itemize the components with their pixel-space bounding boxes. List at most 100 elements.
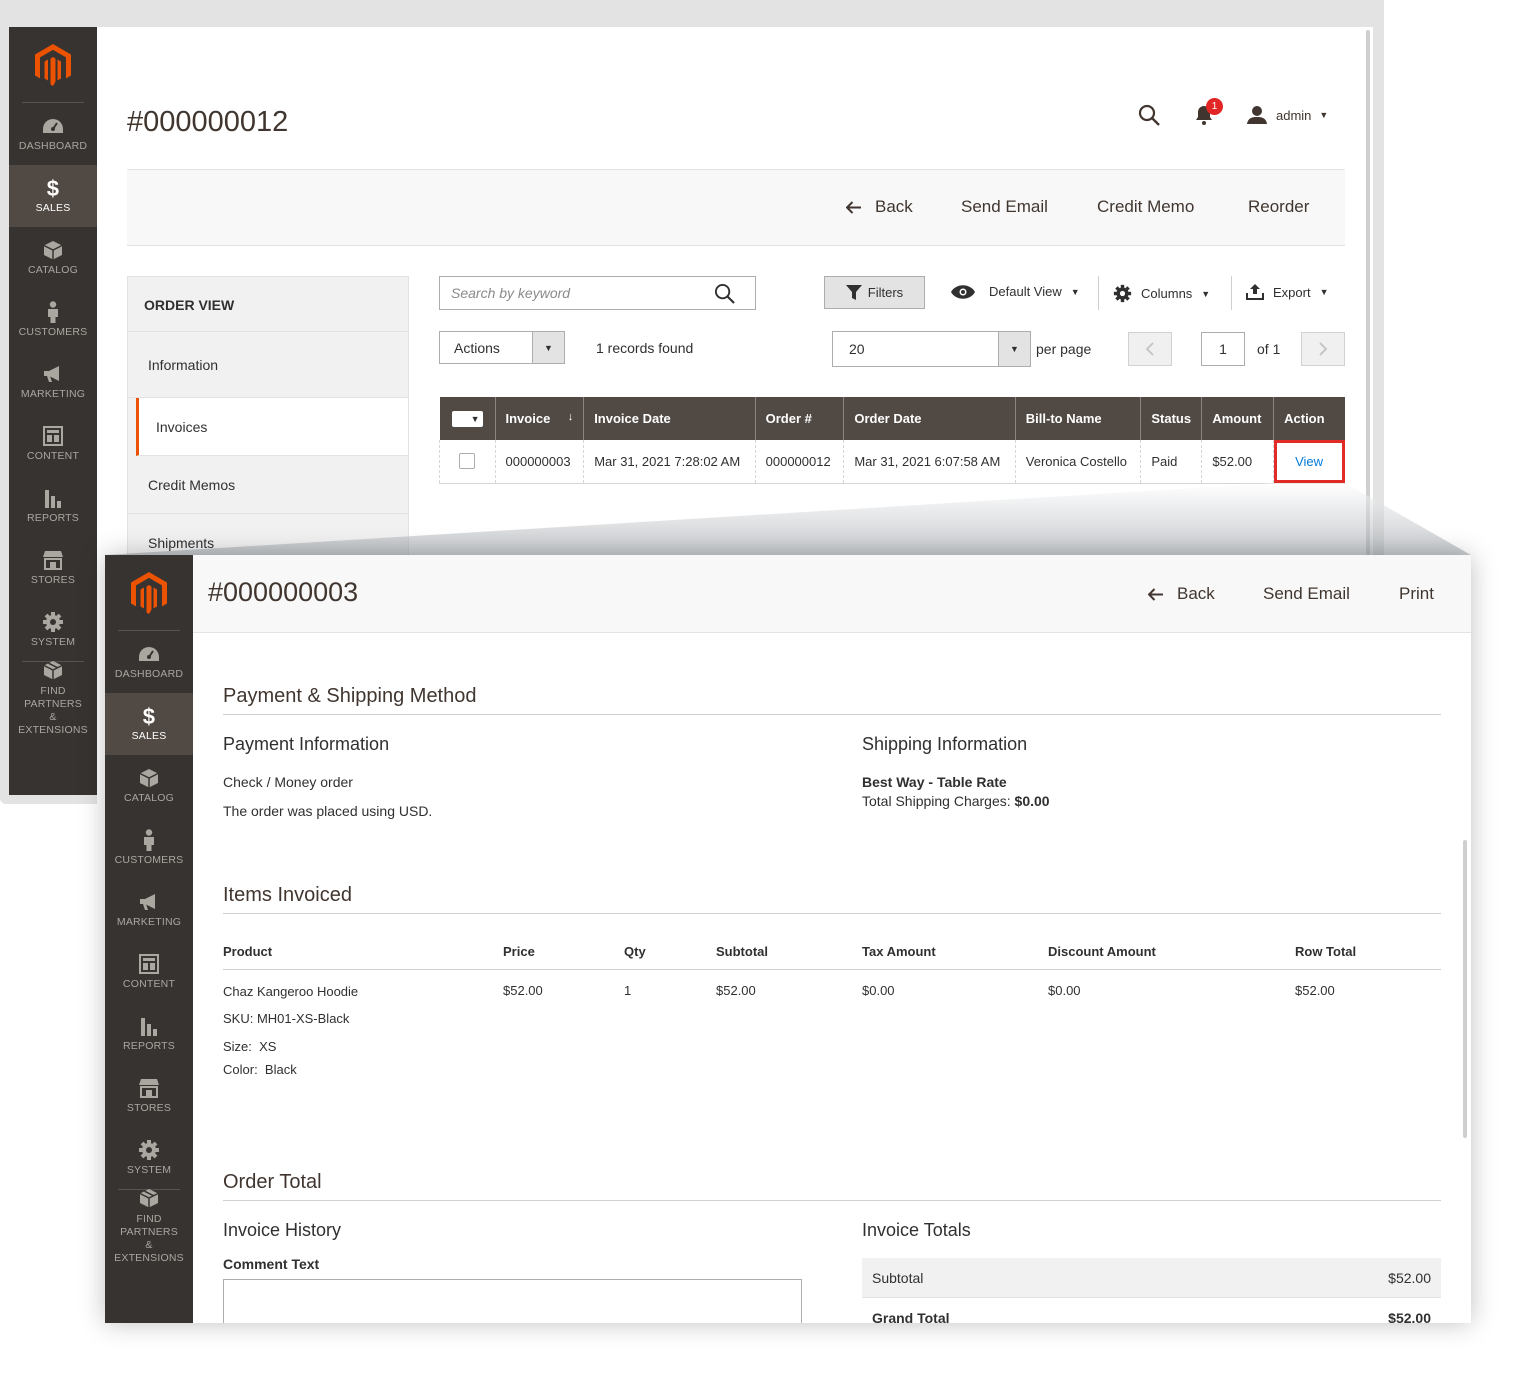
layout-icon — [43, 425, 63, 447]
select-all-header[interactable]: ▼ — [439, 397, 496, 440]
send-email-button[interactable]: Send Email — [961, 197, 1048, 217]
user-icon — [1247, 105, 1267, 125]
magento-logo[interactable] — [118, 555, 180, 631]
product-size: Size: XS — [223, 1038, 277, 1054]
per-page-select[interactable]: 20 ▼ — [832, 331, 1031, 367]
nav-stores[interactable]: STORES — [105, 1065, 193, 1127]
qty-cell: 1 — [624, 982, 632, 998]
user-account-menu[interactable]: admin ▼ — [1247, 105, 1328, 125]
order-view-tabs: ORDER VIEW Information Invoices Credit M… — [127, 276, 409, 572]
print-button[interactable]: Print — [1399, 584, 1434, 604]
nav-reports[interactable]: REPORTS — [9, 475, 97, 537]
dashboard-icon — [138, 643, 160, 665]
nav-catalog[interactable]: CATALOG — [105, 755, 193, 817]
storefront-icon — [42, 549, 64, 571]
caret-down-icon: ▼ — [470, 413, 480, 424]
invoice-totals-table: Subtotal $52.00 Grand Total $52.00 — [862, 1258, 1441, 1323]
nav-find-partners[interactable]: FIND PARTNERS & EXTENSIONS — [114, 1189, 184, 1264]
invoice-send-email-button[interactable]: Send Email — [1263, 584, 1350, 604]
nav-marketing[interactable]: MARKETING — [105, 879, 193, 941]
nav-sales[interactable]: $ SALES — [105, 693, 193, 755]
notifications-bell[interactable]: 1 — [1195, 98, 1223, 125]
nav-content[interactable]: CONTENT — [9, 413, 97, 475]
magento-logo[interactable] — [22, 27, 84, 103]
filters-button[interactable]: Filters — [824, 276, 925, 309]
column-action: Action — [1273, 397, 1345, 440]
upload-icon — [1246, 284, 1264, 300]
row-checkbox[interactable] — [459, 453, 476, 470]
notification-count-badge: 1 — [1206, 98, 1223, 115]
nav-customers[interactable]: CUSTOMERS — [9, 289, 97, 351]
mass-actions-select[interactable]: Actions ▼ — [439, 331, 565, 364]
export-dropdown[interactable]: Export ▼ — [1246, 284, 1329, 300]
invoice-date-cell: Mar 31, 2021 7:28:02 AM — [583, 440, 756, 484]
per-page-label: per page — [1036, 341, 1092, 357]
credit-memo-button[interactable]: Credit Memo — [1097, 197, 1194, 217]
toolbar-divider — [1231, 276, 1232, 310]
column-order-date[interactable]: Order Date — [843, 397, 1016, 440]
page-number-input[interactable]: 1 — [1201, 332, 1245, 366]
search-icon[interactable] — [714, 283, 735, 304]
column-amount[interactable]: Amount — [1201, 397, 1275, 440]
invoice-back-button[interactable]: Back — [1148, 584, 1215, 604]
product-name: Chaz Kangeroo Hoodie — [223, 983, 359, 999]
gear-icon — [1113, 284, 1132, 303]
subtotal-row: Subtotal $52.00 — [862, 1258, 1441, 1298]
comment-textarea[interactable] — [223, 1279, 802, 1323]
reorder-button[interactable]: Reorder — [1248, 197, 1309, 217]
mass-select-checkbox[interactable]: ▼ — [451, 410, 483, 427]
caret-down-icon: ▼ — [1070, 286, 1080, 297]
columns-dropdown[interactable]: Columns ▼ — [1113, 284, 1210, 303]
payment-shipping-section-title: Payment & Shipping Method — [223, 685, 1441, 715]
tax-cell: $0.00 — [862, 982, 895, 998]
boxes-icon — [42, 660, 64, 682]
nav-reports[interactable]: REPORTS — [105, 1003, 193, 1065]
column-invoice-date[interactable]: Invoice Date — [583, 397, 756, 440]
nav-content[interactable]: CONTENT — [105, 941, 193, 1003]
column-order-number[interactable]: Order # — [755, 397, 845, 440]
search-icon[interactable] — [1138, 104, 1160, 126]
dollar-icon: $ — [46, 175, 60, 201]
arrow-left-icon — [1148, 587, 1163, 601]
nav-system[interactable]: SYSTEM — [105, 1127, 193, 1189]
megaphone-icon — [138, 891, 160, 913]
order-page-scrollbar[interactable] — [1366, 30, 1370, 555]
table-row: 000000003 Mar 31, 2021 7:28:02 AM 000000… — [439, 440, 1345, 484]
gear-icon — [42, 611, 64, 633]
column-status[interactable]: Status — [1140, 397, 1203, 440]
page-actions-bar: Back Send Email Credit Memo Reorder — [127, 169, 1345, 246]
nav-customers[interactable]: CUSTOMERS — [105, 817, 193, 879]
view-invoice-link[interactable]: View — [1295, 454, 1323, 469]
next-page-button[interactable] — [1301, 332, 1345, 366]
caret-down-icon: ▼ — [1201, 288, 1211, 299]
nav-find-partners[interactable]: FIND PARTNERS & EXTENSIONS — [18, 660, 88, 736]
invoice-scrollbar[interactable] — [1463, 840, 1467, 1138]
nav-dashboard[interactable]: DASHBOARD — [9, 103, 97, 165]
user-name: admin — [1276, 107, 1312, 123]
nav-marketing[interactable]: MARKETING — [9, 351, 97, 413]
tab-invoices[interactable]: Invoices — [136, 398, 408, 456]
back-button[interactable]: Back — [846, 197, 913, 217]
tab-information[interactable]: Information — [128, 332, 408, 398]
col-qty: Qty — [624, 935, 716, 970]
bill-to-name-cell: Veronica Costello — [1015, 440, 1142, 484]
records-found: 1 records found — [596, 340, 694, 356]
nav-dashboard[interactable]: DASHBOARD — [105, 631, 193, 693]
payment-method: Check / Money order — [223, 774, 353, 790]
nav-catalog[interactable]: CATALOG — [9, 227, 97, 289]
invoice-totals-title: Invoice Totals — [862, 1220, 971, 1240]
grid-search-input[interactable]: Search by keyword — [439, 276, 756, 310]
invoice-header: #000000003 Back Send Email Print — [193, 555, 1471, 633]
default-view-dropdown[interactable]: Default View ▼ — [951, 284, 1080, 299]
prev-page-button[interactable] — [1128, 332, 1172, 366]
shipping-method: Best Way - Table Rate — [862, 774, 1007, 790]
column-bill-to-name[interactable]: Bill-to Name — [1015, 397, 1142, 440]
nav-stores[interactable]: STORES — [9, 537, 97, 599]
price-cell: $52.00 — [503, 982, 543, 998]
nav-system[interactable]: SYSTEM — [9, 599, 97, 661]
caret-down-icon: ▼ — [1319, 110, 1329, 120]
nav-sales[interactable]: $ SALES — [9, 165, 97, 227]
tab-credit-memos[interactable]: Credit Memos — [128, 456, 408, 514]
column-invoice[interactable]: Invoice ↓ — [495, 397, 585, 440]
col-price: Price — [503, 935, 624, 970]
